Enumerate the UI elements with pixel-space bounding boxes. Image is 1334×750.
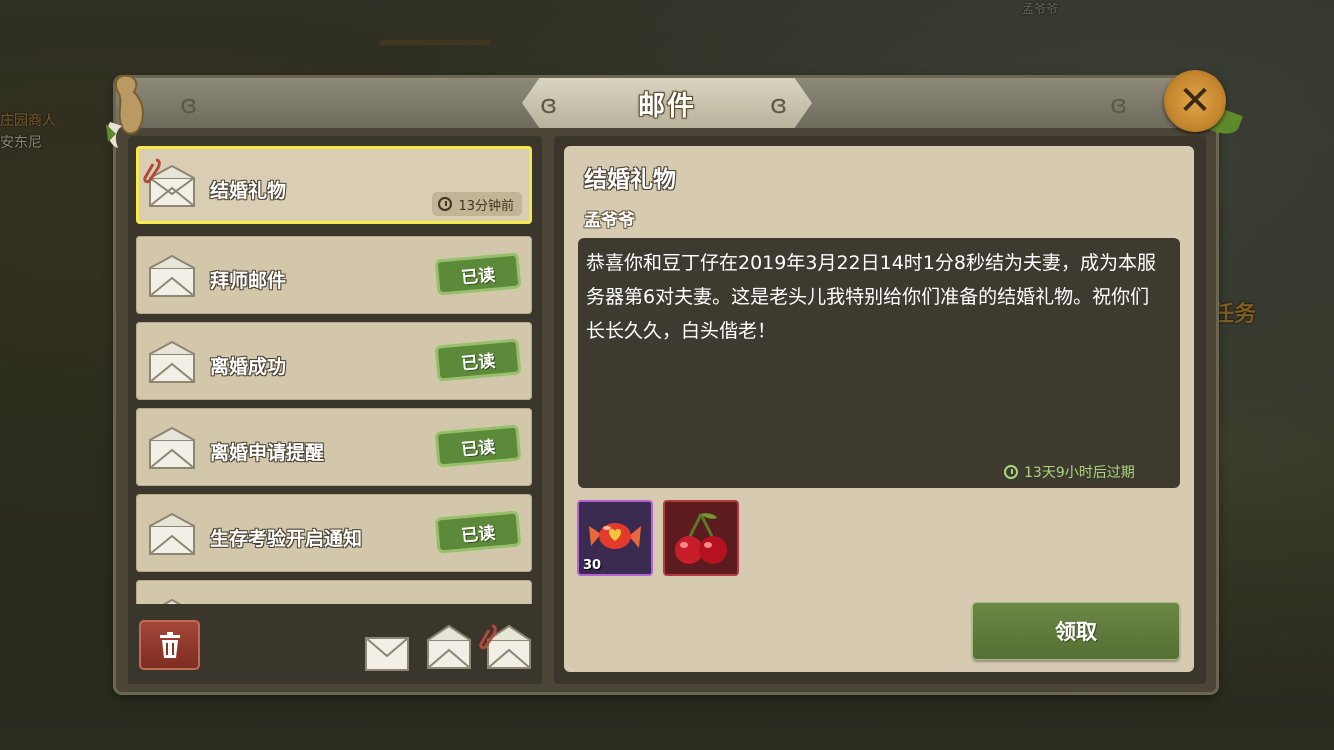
detail-sender: 孟爷爷 <box>584 211 635 231</box>
expire-text: 13天9小时后过期 <box>1024 465 1135 481</box>
read-all-envelope-icon[interactable] <box>364 634 410 674</box>
mail-title: 结婚礼物 <box>210 180 287 202</box>
mail-title: 拜师邮件 <box>210 270 287 292</box>
npc-name-label: 孟爷爷 <box>1022 2 1059 16</box>
mail-item-apprentice[interactable]: 拜师邮件 已读 <box>136 236 532 314</box>
read-badge: 已读 <box>434 510 522 554</box>
attachment-slot[interactable] <box>663 500 739 576</box>
read-badge: 已读 <box>434 252 522 296</box>
read-badge: 已读 <box>434 338 522 382</box>
candy-icon <box>589 523 641 549</box>
trash-icon <box>159 632 180 658</box>
attachment-quantity: 30 <box>583 558 602 573</box>
mail-list[interactable]: 结婚礼物 13分钟前 拜师邮件 已读 离婚成功 已读 离婚申请提醒 已读 生存考… <box>136 146 534 604</box>
mail-title: 离婚申请提醒 <box>210 442 325 464</box>
mail-item-divorce-success[interactable]: 离婚成功 已读 <box>136 322 532 400</box>
attachment-slot[interactable]: 30 <box>577 500 653 576</box>
detail-title: 结婚礼物 <box>584 167 676 193</box>
envelope-open-icon <box>149 254 195 297</box>
fence-decoration <box>380 40 490 80</box>
expire-info: 13天9小时后过期 <box>1004 462 1135 482</box>
window-title: 邮件 <box>638 91 696 122</box>
mail-title: 生存考验开启通知 <box>210 528 363 550</box>
close-x-icon: ✕ <box>1178 78 1212 124</box>
mail-item-partial[interactable] <box>136 580 532 604</box>
npc-name-label: 安东尼 <box>0 135 42 151</box>
open-envelope-icon[interactable] <box>426 622 472 670</box>
clock-icon <box>438 197 453 211</box>
mail-item-divorce-request[interactable]: 离婚申请提醒 已读 <box>136 408 532 486</box>
cherry-icon <box>675 513 727 564</box>
claim-all-envelope-icon[interactable] <box>478 620 534 670</box>
delete-button[interactable] <box>139 620 200 670</box>
envelope-open-icon <box>149 426 195 469</box>
time-badge: 13分钟前 <box>432 192 522 216</box>
quest-label: 任务 <box>1212 302 1257 327</box>
mail-item-survival-trial[interactable]: 生存考验开启通知 已读 <box>136 494 532 572</box>
read-badge: 已读 <box>434 424 522 468</box>
envelope-open-icon <box>149 340 195 383</box>
mail-time: 13分钟前 <box>458 198 514 214</box>
mail-title: 离婚成功 <box>210 356 287 378</box>
npc-name-label: 庄园商人 <box>0 113 56 129</box>
clock-icon <box>1004 465 1018 479</box>
mail-item-wedding-gift[interactable]: 结婚礼物 13分钟前 <box>136 146 532 224</box>
mail-body-text: 恭喜你和豆丁仔在2019年3月22日14时1分8秒结为夫妻，成为本服务器第6对夫… <box>586 252 1156 342</box>
envelope-open-icon <box>149 512 195 555</box>
claim-button[interactable]: 领取 <box>972 602 1180 660</box>
close-button[interactable]: ✕ <box>1164 70 1226 132</box>
swirl-ornament-icon: ɞ <box>1110 90 1128 120</box>
swirl-ornament-icon: ɞ <box>180 90 198 120</box>
paperclip-icon <box>143 158 161 184</box>
